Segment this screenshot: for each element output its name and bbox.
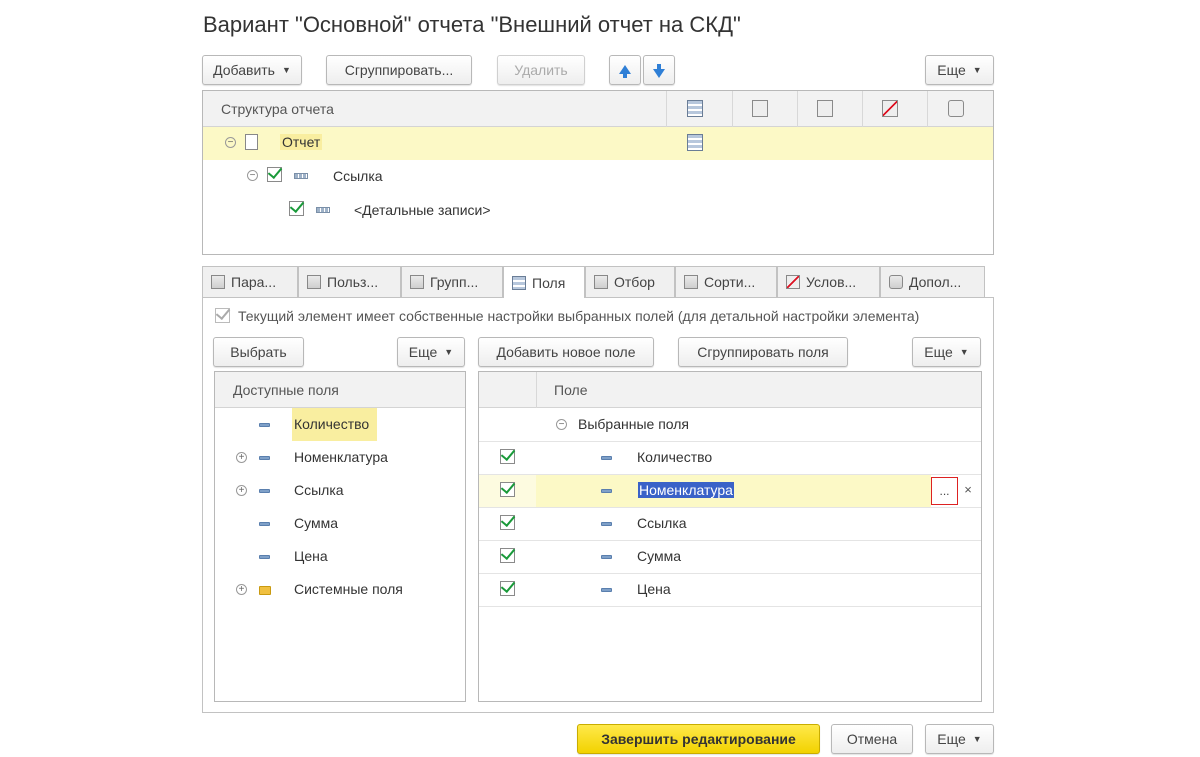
more-left-button[interactable]: Еще ▼	[397, 337, 465, 367]
available-field-item[interactable]: Номенклатура	[294, 449, 388, 465]
field-icon	[259, 456, 270, 460]
filter-column-icon[interactable]	[752, 100, 768, 117]
chevron-down-icon: ▼	[972, 734, 982, 744]
choose-button[interactable]: Выбрать	[213, 337, 304, 367]
own-settings-label: Текущий элемент имеет собственные настро…	[238, 308, 920, 324]
structure-row-label: Отчет	[280, 134, 323, 150]
collapse-icon[interactable]: −	[247, 170, 258, 181]
selected-group-label: Выбранные поля	[578, 416, 690, 432]
field-icon	[259, 489, 270, 493]
filter-icon	[594, 275, 608, 289]
field-icon	[601, 489, 612, 493]
choose-field-ellipsis-button[interactable]: ...	[931, 477, 958, 505]
settings-icon	[889, 275, 903, 289]
selected-field-item[interactable]: Сумма	[637, 548, 681, 564]
structure-row-label: <Детальные записи>	[354, 202, 491, 218]
tab-parameters[interactable]: Пара...	[202, 266, 298, 297]
footer-more-button[interactable]: Еще ▼	[925, 724, 994, 754]
chevron-down-icon: ▼	[444, 347, 454, 357]
field-checkbox[interactable]	[500, 482, 515, 497]
group-fields-button[interactable]: Сгруппировать поля	[678, 337, 848, 367]
sort-icon	[684, 275, 698, 289]
field-icon	[259, 555, 270, 559]
move-up-button[interactable]	[609, 55, 641, 85]
expand-icon[interactable]: +	[236, 452, 247, 463]
structure-row-label: Ссылка	[333, 168, 383, 184]
arrow-down-icon	[653, 63, 665, 78]
grouping-icon	[294, 173, 308, 179]
fields-icon	[512, 275, 526, 290]
chevron-down-icon: ▼	[972, 65, 982, 75]
selected-field-item[interactable]: Ссылка	[637, 515, 687, 531]
expand-icon[interactable]: +	[236, 485, 247, 496]
tab-additional[interactable]: Допол...	[880, 266, 985, 297]
field-checkbox[interactable]	[500, 515, 515, 530]
clear-field-button[interactable]: ×	[961, 482, 975, 500]
selected-field-item[interactable]: Цена	[637, 581, 671, 597]
more-right-button[interactable]: Еще ▼	[912, 337, 981, 367]
chevron-down-icon: ▼	[959, 347, 969, 357]
field-checkbox[interactable]	[500, 581, 515, 596]
selected-field-item[interactable]: Количество	[637, 449, 712, 465]
tab-sort[interactable]: Сорти...	[675, 266, 777, 297]
available-field-item[interactable]: Системные поля	[294, 581, 403, 597]
structure-checkbox[interactable]	[289, 201, 304, 216]
available-field-item[interactable]: Сумма	[294, 515, 338, 531]
more-button-label: Еще	[937, 62, 966, 78]
own-settings-checkbox[interactable]	[215, 308, 230, 323]
finish-editing-button[interactable]: Завершить редактирование	[577, 724, 820, 754]
structure-grid[interactable]: Структура отчета − Отчет − Ссылка <Детал…	[202, 90, 994, 255]
available-field-item[interactable]: Количество	[294, 416, 369, 432]
available-fields-header: Доступные поля	[233, 382, 339, 398]
group-button[interactable]: Сгруппировать...	[326, 55, 472, 85]
conditional-format-icon	[786, 275, 800, 289]
sort-column-icon[interactable]	[817, 100, 833, 117]
field-icon	[601, 555, 612, 559]
structure-grid-header: Структура отчета	[203, 91, 993, 127]
tab-user-fields[interactable]: Польз...	[298, 266, 401, 297]
more-button[interactable]: Еще ▼	[925, 55, 994, 85]
tab-grouping[interactable]: Групп...	[401, 266, 503, 297]
collapse-icon[interactable]: −	[225, 137, 236, 148]
collapse-icon[interactable]: −	[556, 419, 567, 430]
field-icon	[601, 588, 612, 592]
cancel-button[interactable]: Отмена	[831, 724, 913, 754]
structure-column-header: Структура отчета	[221, 101, 334, 117]
field-icon	[601, 456, 612, 460]
user-fields-icon	[307, 275, 321, 289]
expand-icon[interactable]: +	[236, 584, 247, 595]
add-button[interactable]: Добавить ▼	[202, 55, 302, 85]
tab-filter[interactable]: Отбор	[585, 266, 675, 297]
field-icon	[259, 423, 270, 427]
selected-field-item-editing[interactable]: Номенклатура	[638, 482, 734, 498]
grouping-icon	[410, 275, 424, 289]
tab-conditional[interactable]: Услов...	[777, 266, 880, 297]
add-new-field-button[interactable]: Добавить новое поле	[478, 337, 654, 367]
selected-fields-list[interactable]: Поле − Выбранные поля Количество Номенкл…	[478, 371, 982, 702]
tab-fields[interactable]: Поля	[503, 266, 585, 298]
page-title: Вариант "Основной" отчета "Внешний отчет…	[203, 12, 741, 37]
delete-button[interactable]: Удалить	[497, 55, 585, 85]
conditional-format-column-icon[interactable]	[882, 100, 898, 117]
field-icon	[601, 522, 612, 526]
document-icon	[245, 134, 258, 150]
add-button-label: Добавить	[213, 62, 275, 78]
field-column-header: Поле	[554, 382, 588, 398]
settings-column-icon[interactable]	[948, 100, 964, 117]
structure-checkbox[interactable]	[267, 167, 282, 182]
field-icon	[259, 522, 270, 526]
folder-icon	[259, 586, 271, 595]
available-field-item[interactable]: Цена	[294, 548, 328, 564]
field-checkbox[interactable]	[500, 548, 515, 563]
grouping-icon	[316, 207, 330, 213]
chevron-down-icon: ▼	[281, 65, 291, 75]
arrow-up-icon	[619, 64, 631, 78]
move-down-button[interactable]	[643, 55, 675, 85]
fields-icon	[687, 134, 703, 151]
parameters-icon	[211, 275, 225, 289]
available-fields-list[interactable]: Доступные поля Количество + Номенклатура…	[214, 371, 466, 702]
available-field-item[interactable]: Ссылка	[294, 482, 344, 498]
field-checkbox[interactable]	[500, 449, 515, 464]
fields-column-icon[interactable]	[687, 100, 703, 117]
